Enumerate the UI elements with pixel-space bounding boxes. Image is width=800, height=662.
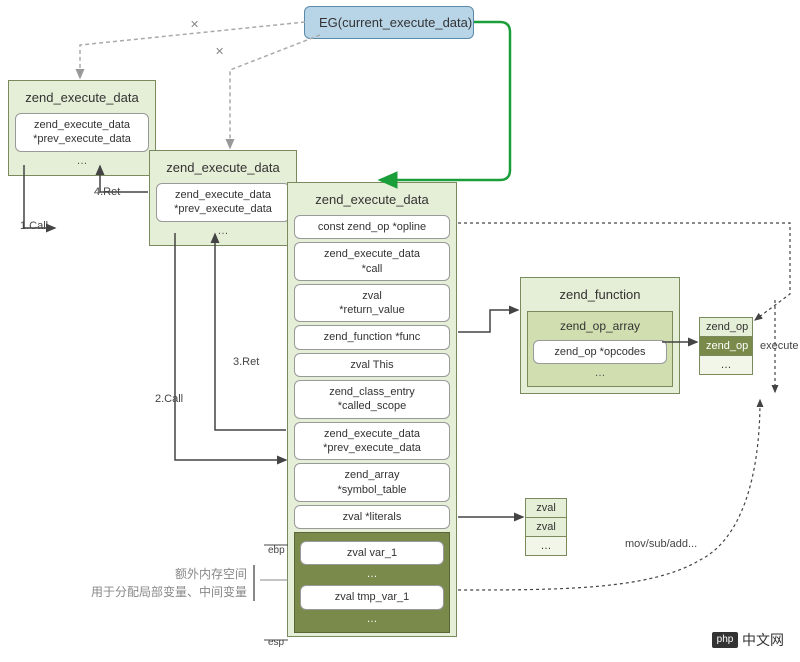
op-cell-2: zend_op xyxy=(700,337,752,356)
zf-arr-title: zend_op_array xyxy=(533,317,667,337)
zval-cell-1: zval xyxy=(526,499,566,518)
ed1-prev: zend_execute_data*prev_execute_data xyxy=(156,183,290,222)
op-cell-3: … xyxy=(700,356,752,374)
label-execute: execute xyxy=(760,340,799,352)
eg-box: EG(current_execute_data) xyxy=(304,6,474,39)
zf-ellipsis: … xyxy=(533,367,667,381)
svg-text:✕: ✕ xyxy=(215,46,224,58)
zend-op-stack: zend_op zend_op … xyxy=(699,317,753,375)
note-extra-mem: 额外内存空间用于分配局部变量、中间变量 xyxy=(75,565,255,601)
ed2-tmp1: zval tmp_var_1 xyxy=(300,585,444,609)
ed2-tmp-ellipsis: … xyxy=(300,613,444,627)
ed2-var-ellipsis: … xyxy=(300,568,444,582)
ed0-prev: zend_execute_data*prev_execute_data xyxy=(15,113,149,152)
ed1-title: zend_execute_data xyxy=(156,157,290,180)
ed1-ellipsis: … xyxy=(156,225,290,239)
ed2-literals: zval *literals xyxy=(294,505,450,529)
ed0-ellipsis: … xyxy=(15,155,149,169)
label-3ret: 3.Ret xyxy=(233,356,259,368)
zval-stack: zval zval … xyxy=(525,498,567,556)
ed0-title: zend_execute_data xyxy=(15,87,149,110)
op-cell-1: zend_op xyxy=(700,318,752,337)
ed2-called-scope: zend_class_entry*called_scope xyxy=(294,380,450,419)
zval-cell-2: zval xyxy=(526,518,566,537)
zval-cell-3: … xyxy=(526,537,566,555)
ed2-func: zend_function *func xyxy=(294,325,450,349)
label-2call: 2.Call xyxy=(155,393,183,405)
svg-text:✕: ✕ xyxy=(190,19,199,31)
label-mov: mov/sub/add... xyxy=(625,538,697,550)
exec-data-0: zend_execute_data zend_execute_data*prev… xyxy=(8,80,156,176)
label-4ret: 4.Ret xyxy=(94,186,120,198)
wm-text: 中文网 xyxy=(742,630,784,650)
ed2-return-value: zval*return_value xyxy=(294,284,450,323)
ed2-symbol-table: zend_array*symbol_table xyxy=(294,463,450,502)
label-ebp: ebp xyxy=(268,545,285,556)
exec-data-2: zend_execute_data const zend_op *opline … xyxy=(287,182,457,637)
label-esp: esp xyxy=(268,637,284,648)
watermark: php 中文网 xyxy=(706,628,790,652)
exec-data-1: zend_execute_data zend_execute_data*prev… xyxy=(149,150,297,246)
zend-op-array: zend_op_array zend_op *opcodes … xyxy=(527,311,673,387)
ed2-var1: zval var_1 xyxy=(300,541,444,565)
ed2-this: zval This xyxy=(294,353,450,377)
label-1call: 1.Call xyxy=(20,220,48,232)
zend-function-box: zend_function zend_op_array zend_op *opc… xyxy=(520,277,680,394)
zf-opcodes: zend_op *opcodes xyxy=(533,340,667,364)
ed2-vars: zval var_1 … zval tmp_var_1 … xyxy=(294,532,450,633)
ed2-opline: const zend_op *opline xyxy=(294,215,450,239)
wm-badge: php xyxy=(712,632,738,648)
zf-title: zend_function xyxy=(527,284,673,307)
ed2-prev: zend_execute_data*prev_execute_data xyxy=(294,422,450,461)
ed2-title: zend_execute_data xyxy=(294,189,450,212)
ed2-call: zend_execute_data*call xyxy=(294,242,450,281)
